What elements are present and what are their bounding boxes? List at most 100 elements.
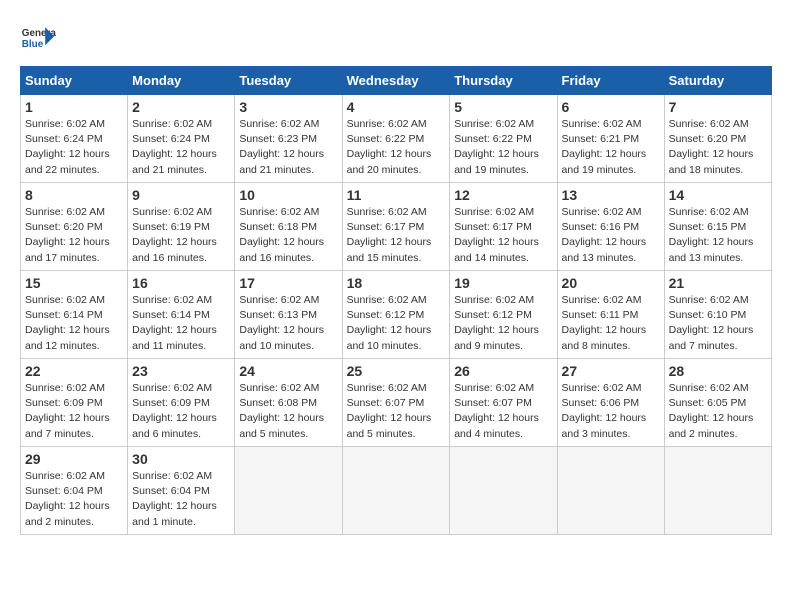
daylight-label: Daylight: 12 hours and 2 minutes.: [669, 412, 754, 439]
sunrise-label: Sunrise: 6:02 AM: [239, 206, 319, 218]
calendar-cell: 1 Sunrise: 6:02 AM Sunset: 6:24 PM Dayli…: [21, 95, 128, 183]
day-info: Sunrise: 6:02 AM Sunset: 6:07 PM Dayligh…: [347, 381, 446, 442]
week-row: 22 Sunrise: 6:02 AM Sunset: 6:09 PM Dayl…: [21, 359, 772, 447]
calendar-cell: 6 Sunrise: 6:02 AM Sunset: 6:21 PM Dayli…: [557, 95, 664, 183]
day-number: 9: [132, 187, 230, 203]
day-number: 29: [25, 451, 123, 467]
calendar-cell: 26 Sunrise: 6:02 AM Sunset: 6:07 PM Dayl…: [450, 359, 557, 447]
calendar-cell: 10 Sunrise: 6:02 AM Sunset: 6:18 PM Dayl…: [235, 183, 342, 271]
calendar-cell: [342, 447, 450, 535]
day-info: Sunrise: 6:02 AM Sunset: 6:20 PM Dayligh…: [25, 205, 123, 266]
sunrise-label: Sunrise: 6:02 AM: [454, 382, 534, 394]
daylight-label: Daylight: 12 hours and 21 minutes.: [239, 148, 324, 175]
day-info: Sunrise: 6:02 AM Sunset: 6:04 PM Dayligh…: [25, 469, 123, 530]
sunrise-label: Sunrise: 6:02 AM: [25, 382, 105, 394]
logo-icon: General Blue: [20, 20, 56, 56]
sunset-label: Sunset: 6:07 PM: [454, 397, 532, 409]
day-number: 21: [669, 275, 767, 291]
sunset-label: Sunset: 6:19 PM: [132, 221, 210, 233]
day-info: Sunrise: 6:02 AM Sunset: 6:17 PM Dayligh…: [347, 205, 446, 266]
sunset-label: Sunset: 6:11 PM: [562, 309, 639, 321]
sunset-label: Sunset: 6:14 PM: [132, 309, 210, 321]
sunset-label: Sunset: 6:12 PM: [454, 309, 532, 321]
sunrise-label: Sunrise: 6:02 AM: [132, 470, 212, 482]
sunset-label: Sunset: 6:09 PM: [132, 397, 210, 409]
calendar-cell: 25 Sunrise: 6:02 AM Sunset: 6:07 PM Dayl…: [342, 359, 450, 447]
sunset-label: Sunset: 6:20 PM: [669, 133, 747, 145]
calendar-cell: 28 Sunrise: 6:02 AM Sunset: 6:05 PM Dayl…: [664, 359, 771, 447]
logo: General Blue: [20, 20, 56, 56]
daylight-label: Daylight: 12 hours and 15 minutes.: [347, 236, 432, 263]
calendar-cell: 23 Sunrise: 6:02 AM Sunset: 6:09 PM Dayl…: [128, 359, 235, 447]
sunset-label: Sunset: 6:22 PM: [347, 133, 425, 145]
sunrise-label: Sunrise: 6:02 AM: [347, 382, 427, 394]
calendar-cell: 29 Sunrise: 6:02 AM Sunset: 6:04 PM Dayl…: [21, 447, 128, 535]
day-header-monday: Monday: [128, 67, 235, 95]
calendar-cell: [235, 447, 342, 535]
daylight-label: Daylight: 12 hours and 11 minutes.: [132, 324, 217, 351]
day-info: Sunrise: 6:02 AM Sunset: 6:19 PM Dayligh…: [132, 205, 230, 266]
sunrise-label: Sunrise: 6:02 AM: [25, 294, 105, 306]
sunset-label: Sunset: 6:16 PM: [562, 221, 640, 233]
calendar-cell: 12 Sunrise: 6:02 AM Sunset: 6:17 PM Dayl…: [450, 183, 557, 271]
day-info: Sunrise: 6:02 AM Sunset: 6:14 PM Dayligh…: [132, 293, 230, 354]
calendar-cell: 17 Sunrise: 6:02 AM Sunset: 6:13 PM Dayl…: [235, 271, 342, 359]
daylight-label: Daylight: 12 hours and 10 minutes.: [347, 324, 432, 351]
daylight-label: Daylight: 12 hours and 5 minutes.: [347, 412, 432, 439]
sunrise-label: Sunrise: 6:02 AM: [132, 294, 212, 306]
day-number: 15: [25, 275, 123, 291]
calendar-cell: 9 Sunrise: 6:02 AM Sunset: 6:19 PM Dayli…: [128, 183, 235, 271]
daylight-label: Daylight: 12 hours and 16 minutes.: [132, 236, 217, 263]
sunset-label: Sunset: 6:12 PM: [347, 309, 425, 321]
daylight-label: Daylight: 12 hours and 9 minutes.: [454, 324, 539, 351]
week-row: 8 Sunrise: 6:02 AM Sunset: 6:20 PM Dayli…: [21, 183, 772, 271]
sunset-label: Sunset: 6:18 PM: [239, 221, 317, 233]
daylight-label: Daylight: 12 hours and 22 minutes.: [25, 148, 110, 175]
calendar-cell: [557, 447, 664, 535]
sunset-label: Sunset: 6:23 PM: [239, 133, 317, 145]
sunset-label: Sunset: 6:21 PM: [562, 133, 640, 145]
day-number: 30: [132, 451, 230, 467]
day-number: 11: [347, 187, 446, 203]
day-info: Sunrise: 6:02 AM Sunset: 6:09 PM Dayligh…: [132, 381, 230, 442]
sunset-label: Sunset: 6:07 PM: [347, 397, 425, 409]
sunset-label: Sunset: 6:09 PM: [25, 397, 103, 409]
day-number: 2: [132, 99, 230, 115]
sunrise-label: Sunrise: 6:02 AM: [347, 206, 427, 218]
day-info: Sunrise: 6:02 AM Sunset: 6:15 PM Dayligh…: [669, 205, 767, 266]
sunrise-label: Sunrise: 6:02 AM: [25, 206, 105, 218]
sunrise-label: Sunrise: 6:02 AM: [454, 294, 534, 306]
sunset-label: Sunset: 6:24 PM: [25, 133, 103, 145]
calendar-cell: 18 Sunrise: 6:02 AM Sunset: 6:12 PM Dayl…: [342, 271, 450, 359]
day-number: 19: [454, 275, 552, 291]
daylight-label: Daylight: 12 hours and 19 minutes.: [562, 148, 647, 175]
day-info: Sunrise: 6:02 AM Sunset: 6:10 PM Dayligh…: [669, 293, 767, 354]
week-row: 1 Sunrise: 6:02 AM Sunset: 6:24 PM Dayli…: [21, 95, 772, 183]
calendar-cell: 27 Sunrise: 6:02 AM Sunset: 6:06 PM Dayl…: [557, 359, 664, 447]
week-row: 29 Sunrise: 6:02 AM Sunset: 6:04 PM Dayl…: [21, 447, 772, 535]
calendar-cell: 11 Sunrise: 6:02 AM Sunset: 6:17 PM Dayl…: [342, 183, 450, 271]
day-info: Sunrise: 6:02 AM Sunset: 6:11 PM Dayligh…: [562, 293, 660, 354]
day-info: Sunrise: 6:02 AM Sunset: 6:13 PM Dayligh…: [239, 293, 337, 354]
sunset-label: Sunset: 6:17 PM: [454, 221, 532, 233]
sunset-label: Sunset: 6:05 PM: [669, 397, 747, 409]
calendar-cell: 5 Sunrise: 6:02 AM Sunset: 6:22 PM Dayli…: [450, 95, 557, 183]
day-info: Sunrise: 6:02 AM Sunset: 6:14 PM Dayligh…: [25, 293, 123, 354]
day-number: 26: [454, 363, 552, 379]
calendar-cell: 4 Sunrise: 6:02 AM Sunset: 6:22 PM Dayli…: [342, 95, 450, 183]
calendar-cell: 24 Sunrise: 6:02 AM Sunset: 6:08 PM Dayl…: [235, 359, 342, 447]
day-header-tuesday: Tuesday: [235, 67, 342, 95]
day-info: Sunrise: 6:02 AM Sunset: 6:24 PM Dayligh…: [132, 117, 230, 178]
day-info: Sunrise: 6:02 AM Sunset: 6:20 PM Dayligh…: [669, 117, 767, 178]
day-header-thursday: Thursday: [450, 67, 557, 95]
calendar-cell: [450, 447, 557, 535]
day-number: 13: [562, 187, 660, 203]
sunrise-label: Sunrise: 6:02 AM: [454, 118, 534, 130]
calendar-cell: 8 Sunrise: 6:02 AM Sunset: 6:20 PM Dayli…: [21, 183, 128, 271]
day-info: Sunrise: 6:02 AM Sunset: 6:07 PM Dayligh…: [454, 381, 552, 442]
daylight-label: Daylight: 12 hours and 14 minutes.: [454, 236, 539, 263]
calendar-cell: 15 Sunrise: 6:02 AM Sunset: 6:14 PM Dayl…: [21, 271, 128, 359]
daylight-label: Daylight: 12 hours and 3 minutes.: [562, 412, 647, 439]
day-number: 6: [562, 99, 660, 115]
sunset-label: Sunset: 6:04 PM: [132, 485, 210, 497]
